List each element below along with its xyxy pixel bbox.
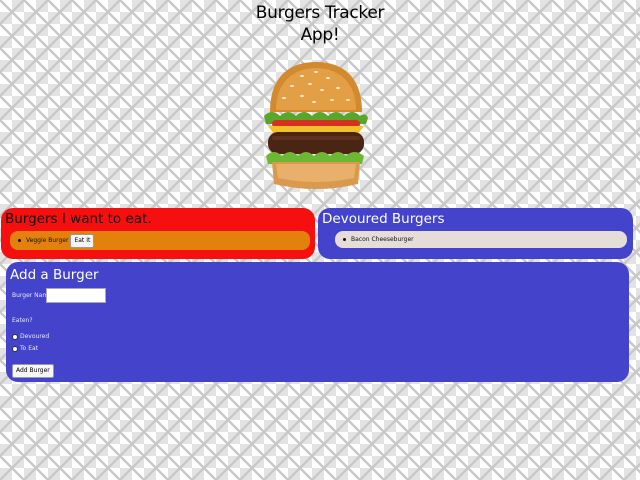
add-burger-panel: Add a Burger (6, 262, 629, 382)
devoured-heading: Devoured Burgers (322, 211, 445, 227)
radio-button[interactable] (12, 333, 18, 340)
radio-to-eat[interactable]: To Eat (12, 345, 38, 352)
eaten-label: Eaten? (12, 317, 33, 324)
page-title-line-1: Burgers Tracker (255, 3, 385, 23)
burger-image (264, 62, 368, 189)
burger-name-input[interactable] (46, 288, 106, 303)
to-eat-heading: Burgers I want to eat. (5, 211, 152, 227)
devoured-list: Bacon Cheeseburger (335, 231, 627, 248)
page-title: Burgers Tracker App! (0, 2, 640, 46)
radio-to-eat-label: To Eat (20, 345, 39, 352)
radio-devoured[interactable]: Devoured (12, 333, 49, 340)
add-burger-heading: Add a Burger (10, 267, 99, 283)
list-item: Veggie Burger Eat It (10, 231, 310, 250)
burger-name: Bacon Cheeseburger (351, 236, 414, 243)
burger-name: Veggie Burger (26, 237, 69, 244)
list-item: Bacon Cheeseburger (335, 231, 627, 248)
eat-it-button[interactable]: Eat It (70, 233, 95, 248)
radio-devoured-label: Devoured (20, 333, 50, 340)
radio-button[interactable] (12, 345, 18, 352)
page-title-line-2: App! (300, 25, 340, 45)
add-burger-button[interactable]: Add Burger (12, 364, 54, 378)
to-eat-list: Veggie Burger Eat It (10, 231, 310, 250)
